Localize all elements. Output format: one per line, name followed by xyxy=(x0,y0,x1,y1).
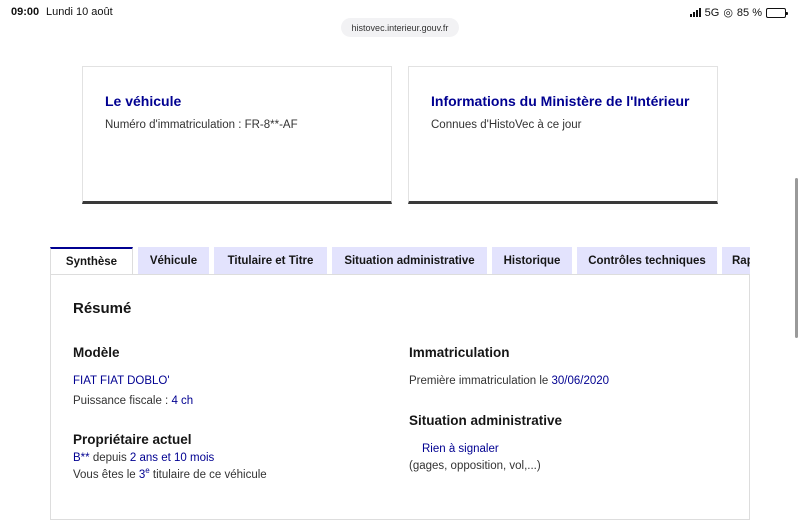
admin-situation-heading: Situation administrative xyxy=(409,413,563,428)
vehicle-card-title: Le véhicule xyxy=(105,93,182,109)
tab-vehicule[interactable]: Véhicule xyxy=(138,247,209,275)
model-heading: Modèle xyxy=(73,345,120,360)
status-indicators: 5G ◎ 85 % xyxy=(689,6,788,19)
battery-icon xyxy=(766,7,788,18)
owner-since-label: depuis xyxy=(89,452,130,464)
admin-situation-status: Rien à signaler xyxy=(422,443,499,455)
url-bar[interactable]: histovec.interieur.gouv.fr xyxy=(341,18,459,37)
owner-since: B** depuis 2 ans et 10 mois xyxy=(73,452,214,464)
ministry-card-subtitle: Connues d'HistoVec à ce jour xyxy=(431,119,582,131)
fiscal-power-value: 4 ch xyxy=(171,395,194,407)
tab-controles-techniques[interactable]: Contrôles techniques xyxy=(577,247,717,275)
vehicle-card: Le véhicule Numéro d'immatriculation : F… xyxy=(82,66,392,204)
tab-historique[interactable]: Historique xyxy=(492,247,572,275)
tab-bar: Synthèse Véhicule Titulaire et Titre Sit… xyxy=(50,247,750,275)
scrollbar[interactable] xyxy=(795,178,798,338)
tab-titulaire-et-titre[interactable]: Titulaire et Titre xyxy=(214,247,327,275)
status-date: Lundi 10 août xyxy=(46,6,113,18)
tab-situation-administrative[interactable]: Situation administrative xyxy=(332,247,487,275)
ministry-card: Informations du Ministère de l'Intérieur… xyxy=(408,66,718,204)
battery-percent: 85 % xyxy=(736,6,762,19)
location-icon: ◎ xyxy=(723,7,733,19)
owner-rank-tail: titulaire de ce véhicule xyxy=(149,469,267,481)
url-text: histovec.interieur.gouv.fr xyxy=(351,22,449,33)
ministry-card-title: Informations du Ministère de l'Intérieur xyxy=(431,93,690,109)
owner-rank: Vous êtes le 3e titulaire de ce véhicule xyxy=(73,467,267,481)
model-name: FIAT FIAT DOBLO' xyxy=(73,375,170,387)
network-type: 5G xyxy=(704,6,720,19)
owner-since-value: 2 ans et 10 mois xyxy=(129,452,215,464)
tab-synthese[interactable]: Synthèse xyxy=(50,247,133,275)
owner-heading: Propriétaire actuel xyxy=(73,432,192,447)
registration-number: Numéro d'immatriculation : FR-8**-AF xyxy=(105,119,298,131)
fiscal-power-label: Puissance fiscale : xyxy=(73,395,172,407)
first-registration-label: Première immatriculation le xyxy=(409,375,552,387)
registration-heading: Immatriculation xyxy=(409,345,510,360)
owner-rank-prefix: Vous êtes le xyxy=(73,469,139,481)
status-time: 09:00 xyxy=(11,6,40,18)
summary-title: Résumé xyxy=(73,300,132,317)
owner-initial: B** xyxy=(73,452,90,464)
first-registration-date: 30/06/2020 xyxy=(551,375,610,387)
first-registration: Première immatriculation le 30/06/2020 xyxy=(409,375,609,387)
cellular-signal-icon xyxy=(689,8,701,17)
tab-rapport[interactable]: Rap xyxy=(722,247,750,275)
synthese-panel: Résumé Modèle FIAT FIAT DOBLO' Puissance… xyxy=(50,274,750,520)
fiscal-power: Puissance fiscale : 4 ch xyxy=(73,395,193,407)
admin-situation-note: (gages, opposition, vol,...) xyxy=(409,460,541,472)
